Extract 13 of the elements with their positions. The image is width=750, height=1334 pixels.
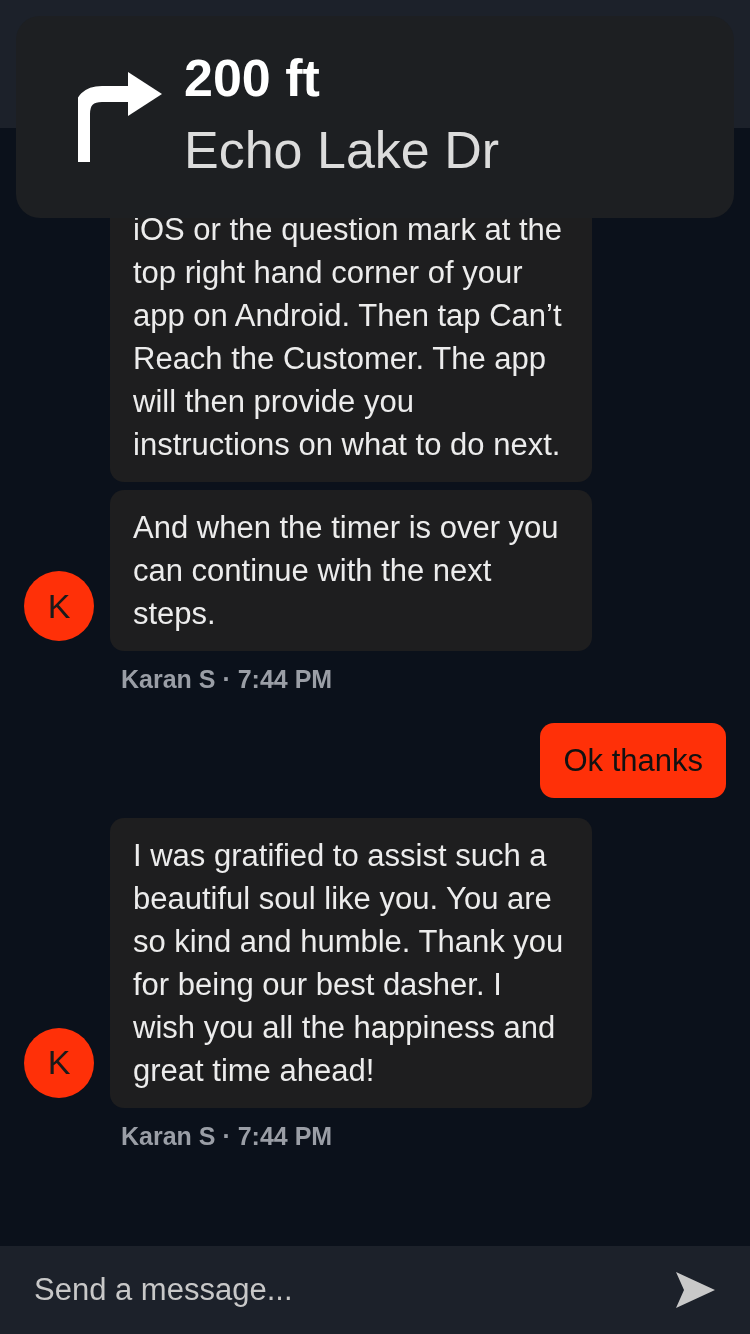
message-input[interactable]: Send a message... xyxy=(34,1266,594,1314)
send-icon[interactable] xyxy=(674,1270,716,1310)
message-field[interactable]: Send a message... xyxy=(0,1246,750,1334)
sender-time: Karan S · 7:44 PM xyxy=(121,1120,333,1152)
avatar: K xyxy=(24,571,94,641)
street-name: Echo Lake Dr xyxy=(184,120,500,181)
message-bubble: And when the timer is over you can continue with the next steps. xyxy=(110,490,592,651)
avatar: K xyxy=(24,1027,94,1098)
sender-time: Karan S · 7:44 PM xyxy=(121,664,333,695)
turn-right-icon xyxy=(78,70,162,164)
distance-text: 200 ft xyxy=(184,48,321,109)
message-bubble: Ok thanks xyxy=(540,722,726,798)
message-bubble: I was gratified to assist such a beautiful soul like you. You are so kind and humble. Thank you for being our best dasher. I wish you all the happiness and great time ahead! xyxy=(110,817,592,1108)
